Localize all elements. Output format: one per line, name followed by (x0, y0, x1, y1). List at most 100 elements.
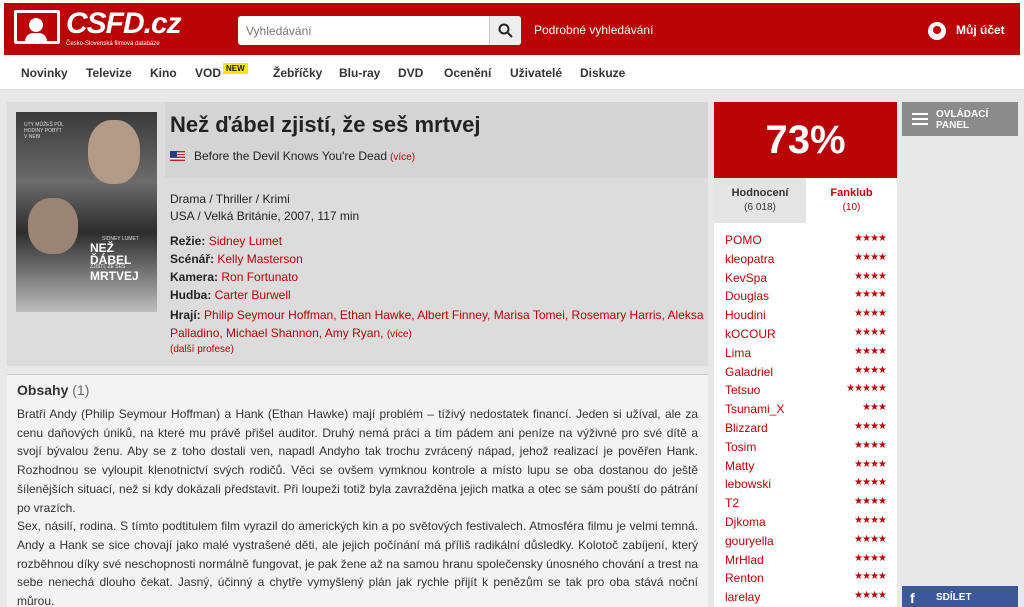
nav-item-televize[interactable]: Televize (86, 66, 132, 80)
rating-stars: ★★★★ (854, 458, 887, 470)
plot-count: (1) (72, 382, 90, 398)
original-title: Before the Devil Knows You're Dead (více) (170, 149, 415, 163)
rating-user-link[interactable]: Matty (725, 459, 754, 473)
film-cast: Hrají: Philip Seymour Hoffman, Ethan Haw… (170, 306, 705, 344)
main-nav: Novinky Televize Kino VOD NEW Žebříčky B… (0, 58, 1024, 90)
rating-row: gouryella ★★★★ (714, 532, 897, 551)
share-label: SDÍLET (936, 592, 972, 603)
site-logo[interactable]: CSFD.cz Česko-Slovenská filmová databáze (14, 7, 184, 52)
rating-user-link[interactable]: Blizzard (725, 421, 768, 435)
rating-stars: ★★★★ (854, 308, 887, 320)
rating-user-link[interactable]: T2 (725, 496, 739, 510)
rating-row: kleopatra ★★★★ (714, 250, 897, 269)
nav-item-oceneni[interactable]: Ocenění (444, 66, 491, 80)
logo-subtitle: Česko-Slovenská filmová databáze (66, 41, 160, 47)
rating-row: Tsunami_X ★★★ (714, 400, 897, 419)
advanced-search-link[interactable]: Podrobné vyhledávání (534, 23, 653, 37)
rating-row: Galadriel ★★★★ (714, 363, 897, 382)
rating-user-link[interactable]: kOCOUR (725, 327, 776, 341)
plot-heading-text: Obsahy (17, 382, 69, 398)
rating-stars: ★★★★★ (846, 383, 887, 395)
rating-user-link[interactable]: Djkoma (725, 515, 766, 529)
user-ratings-list: POMO ★★★★ kleopatra ★★★★ KevSpa ★★★★ Douglas ★★… (714, 223, 897, 607)
account-link[interactable]: Můj účet (928, 22, 1005, 40)
nav-new-badge: NEW (223, 63, 248, 74)
rating-user-link[interactable]: larelay (725, 590, 760, 604)
rating-user-link[interactable]: gouryella (725, 534, 774, 548)
crew-name-link[interactable]: Ron Fortunato (221, 270, 298, 284)
search-button[interactable] (489, 16, 521, 45)
more-professions-link[interactable]: (další profese) (170, 344, 234, 355)
rating-row: Blizzard ★★★★ (714, 419, 897, 438)
crew-name-link[interactable]: Carter Burwell (215, 288, 291, 302)
rating-user-link[interactable]: Tsunami_X (725, 402, 784, 416)
crew-role: Režie: (170, 234, 206, 248)
rating-user-link[interactable]: Lima (725, 346, 751, 360)
rating-row: Houdini ★★★★ (714, 306, 897, 325)
tab-hodnoceni[interactable]: Hodnocení (6 018) (714, 178, 806, 223)
poster-quote: UTY MŮŽEŠ PŮL HODINY POBÝT V NEBI (24, 122, 64, 140)
crew-camera: Kamera: Ron Fortunato (170, 270, 298, 284)
share-button[interactable]: f SDÍLET (902, 586, 1018, 607)
cast-names-link[interactable]: Philip Seymour Hoffman, Ethan Hawke, Alb… (170, 308, 704, 340)
rating-row: MrHlad ★★★★ (714, 551, 897, 570)
rating-stars: ★★★★ (854, 364, 887, 376)
crew-name-link[interactable]: Sidney Lumet (209, 234, 282, 248)
control-panel-label: OVLÁDACÍ PANEL (936, 109, 989, 131)
rating-user-link[interactable]: kleopatra (725, 252, 774, 266)
crew-role: Hudba: (170, 288, 212, 302)
nav-item-dvd[interactable]: DVD (398, 66, 423, 80)
rating-user-link[interactable]: Galadriel (725, 365, 773, 379)
rating-stars: ★★★★ (854, 421, 887, 432)
rating-stars: ★★★ (862, 402, 887, 414)
crew-director: Režie: Sidney Lumet (170, 234, 282, 248)
original-title-more-link[interactable]: (více) (390, 152, 415, 163)
tab-fanklub[interactable]: Fanklub (10) (806, 178, 897, 223)
crew-role: Scénář: (170, 252, 215, 266)
film-title: Než ďábel zjistí, že seš mrtvej (170, 112, 481, 137)
rating-stars: ★★★★ (854, 439, 887, 451)
rating-stars: ★★★★ (854, 270, 887, 282)
rating-user-link[interactable]: Douglas (725, 289, 769, 303)
rating-user-link[interactable]: lebowski (725, 477, 771, 491)
rating-row: Tosim ★★★★ (714, 438, 897, 457)
rating-stars: ★★★★ (854, 533, 887, 545)
nav-item-diskuze[interactable]: Diskuze (580, 66, 625, 80)
rating-user-link[interactable]: POMO (725, 233, 762, 247)
nav-item-bluray[interactable]: Blu-ray (339, 66, 380, 80)
rating-user-link[interactable]: Tosim (725, 440, 756, 454)
rating-row: larelay ★★★★ (714, 588, 897, 607)
poster-face (28, 198, 78, 254)
rating-row: KevSpa ★★★★ (714, 269, 897, 288)
nav-item-vod[interactable]: VOD (195, 66, 221, 80)
rating-user-link[interactable]: Houdini (725, 308, 766, 322)
film-poster[interactable]: UTY MŮŽEŠ PŮL HODINY POBÝT V NEBI SIDNEY… (16, 112, 157, 312)
rating-tabs: Hodnocení (6 018) Fanklub (10) (714, 178, 897, 223)
rating-percent: 73% (765, 118, 846, 162)
rating-user-link[interactable]: Renton (725, 571, 764, 585)
rating-user-link[interactable]: MrHlad (725, 553, 764, 567)
cast-more-link[interactable]: (více) (387, 329, 412, 340)
cast-label: Hrají: (170, 308, 201, 322)
rating-stars: ★★★★ (854, 590, 887, 602)
nav-item-kino[interactable]: Kino (150, 66, 177, 80)
tab-label: Hodnocení (731, 187, 789, 199)
rating-user-link[interactable]: Tetsuo (725, 383, 760, 397)
rating-row: kOCOUR ★★★★ (714, 325, 897, 344)
tab-count: (6 018) (744, 202, 776, 213)
crew-name-link[interactable]: Kelly Masterson (217, 252, 302, 266)
rating-row: Renton ★★★★ (714, 569, 897, 588)
logo-mark-icon (14, 10, 60, 44)
nav-item-novinky[interactable]: Novinky (21, 66, 68, 80)
crew-music: Hudba: Carter Burwell (170, 288, 291, 302)
search-input[interactable] (238, 16, 488, 45)
poster-title-line: MRTVEJ (90, 269, 139, 283)
rating-row: POMO ★★★★ (714, 231, 897, 250)
rating-row: Matty ★★★★ (714, 457, 897, 476)
nav-item-zebricky[interactable]: Žebříčky (273, 66, 322, 80)
original-title-text: Before the Devil Knows You're Dead (194, 149, 388, 163)
nav-item-uzivatele[interactable]: Uživatelé (510, 66, 562, 80)
rating-user-link[interactable]: KevSpa (725, 271, 767, 285)
control-panel-button[interactable]: OVLÁDACÍ PANEL (902, 102, 1018, 136)
account-label: Můj účet (956, 23, 1005, 38)
